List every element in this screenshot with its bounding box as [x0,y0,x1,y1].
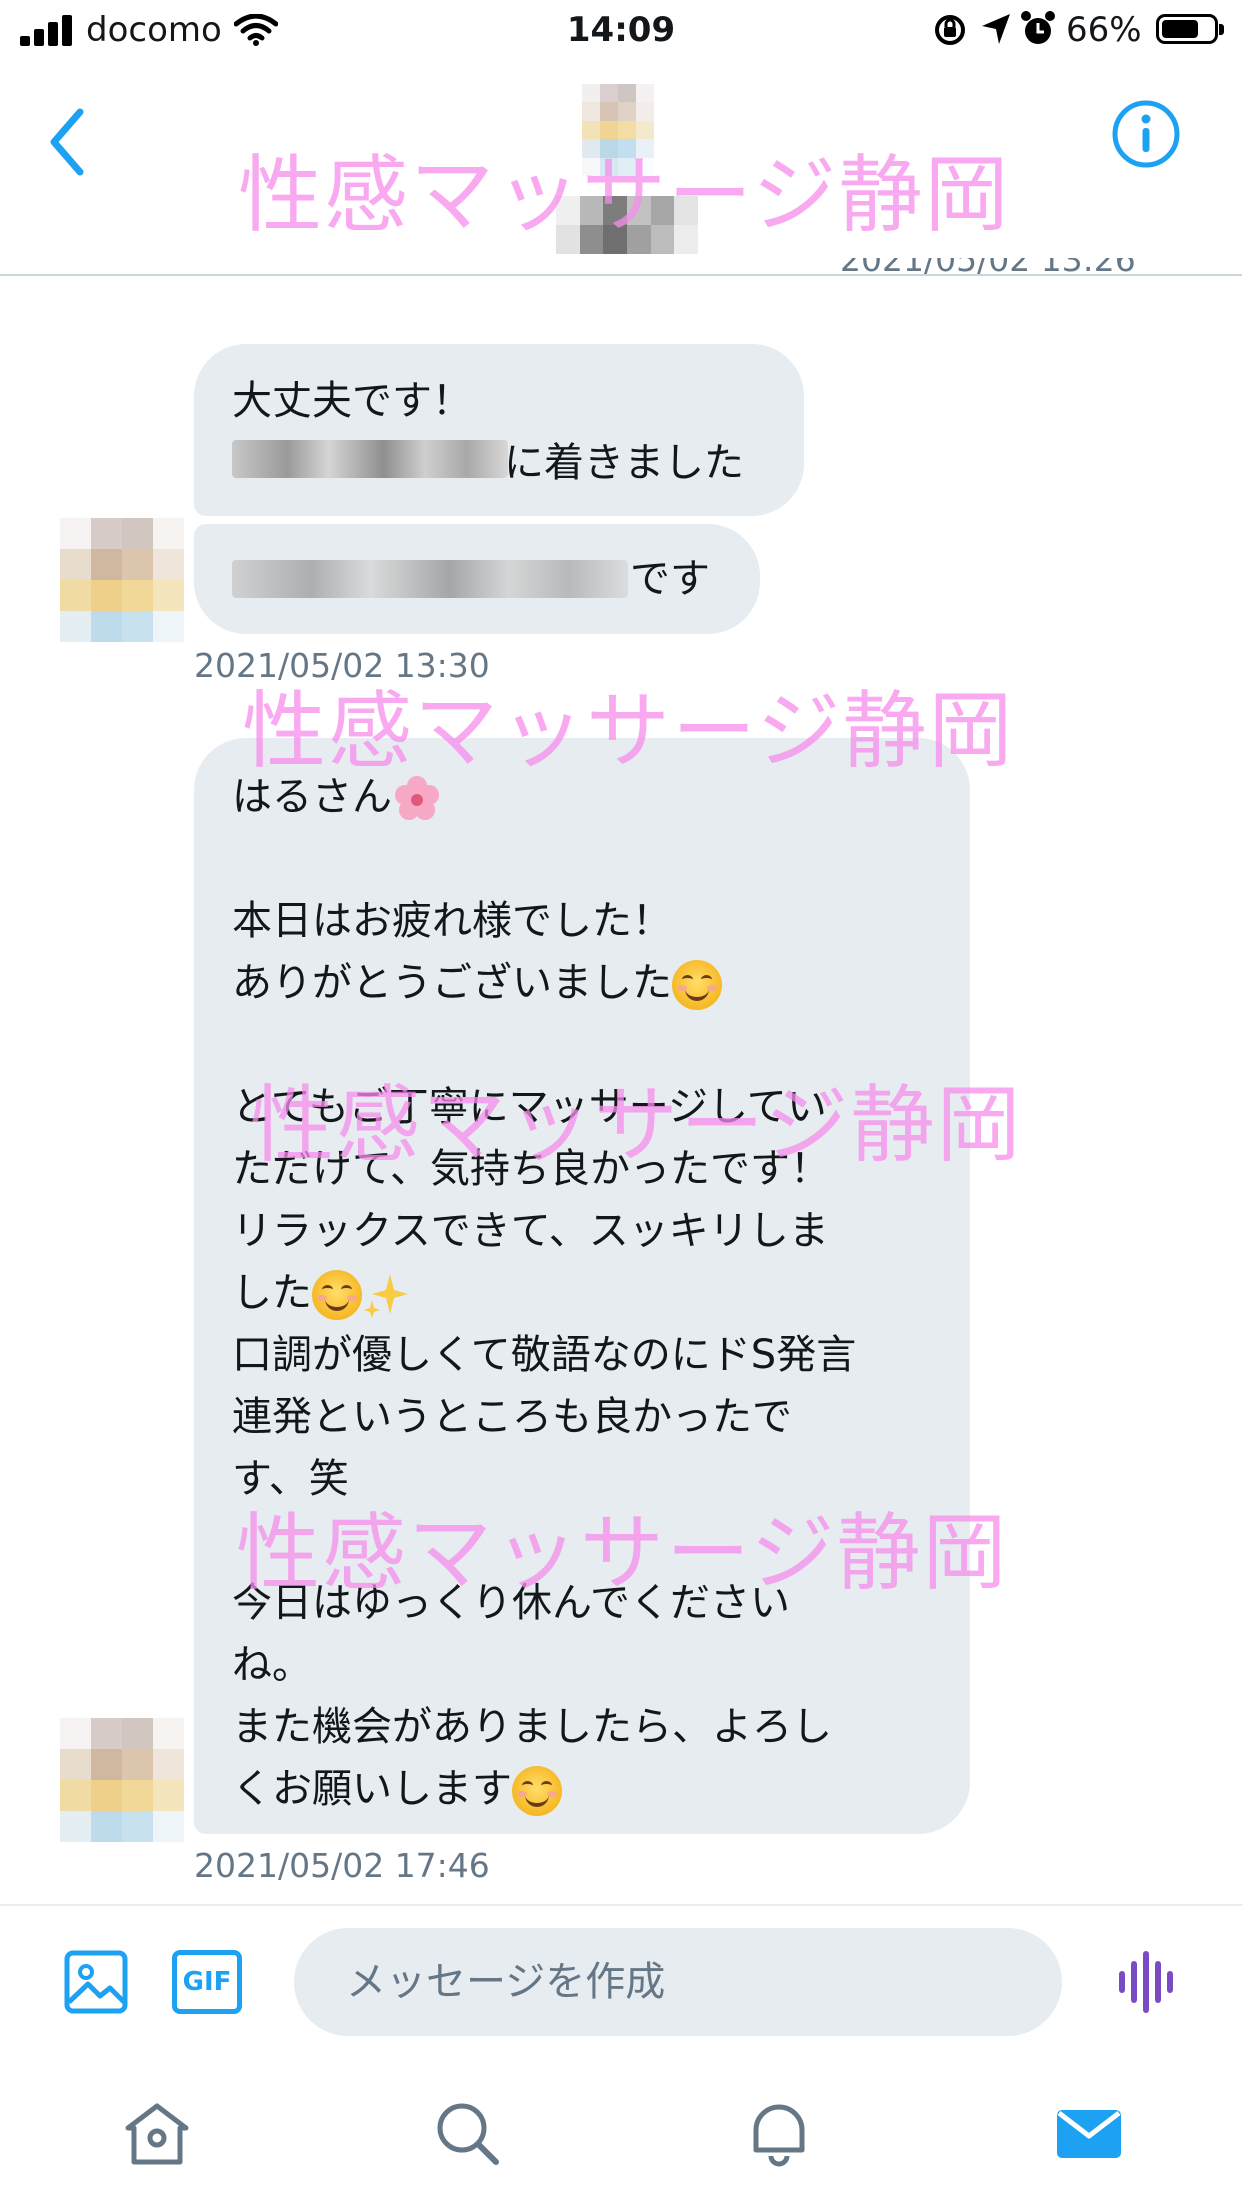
message-line: ​ [232,828,952,890]
message-line: 口調が優しくて敬語なのにドS発言 [232,1332,857,1378]
notifications-icon[interactable] [744,2098,814,2168]
voice-message-icon[interactable] [1116,1950,1176,2014]
message-text: はるさん ​ 本日はお疲れ様でした！ ありがとうございました ​ とてもご丁寧に… [232,766,952,1820]
message-bubble[interactable]: です [194,524,760,634]
message-line: です [630,556,710,602]
chevron-left-icon[interactable] [40,102,100,182]
battery-icon [1156,14,1224,44]
messages-icon[interactable] [1054,2098,1124,2168]
contact-avatar[interactable] [60,518,184,642]
message-line: 連発というところも良かったで [232,1394,792,1440]
message-bubble[interactable]: はるさん ​ 本日はお疲れ様でした！ ありがとうございました ​ とてもご丁寧に… [194,738,970,1834]
message-line: 今日はゆっくり休んでください [232,1580,790,1626]
message-timestamp-cut: 2021/05/02 13:26 [840,258,1136,279]
info-icon[interactable] [1110,98,1182,170]
image-icon[interactable] [64,1950,128,2014]
redacted-text [232,560,628,600]
message-line: ​ [232,1014,952,1076]
message-line: また機会がありましたら、よろし [232,1704,832,1750]
message-input[interactable]: メッセージを作成 [294,1928,1062,2036]
message-line: ね。 [232,1642,312,1688]
message-line: はるさん [232,766,952,828]
message-line: とてもご丁寧にマッサージしてい [232,1084,827,1130]
rotation-lock-icon [935,15,965,45]
message-line: ありがとうございました [232,952,952,1014]
smiling-face-icon [512,1766,562,1816]
message-bubble[interactable]: 大丈夫です！ に着きました [194,344,804,516]
contact-avatar[interactable] [60,1718,184,1842]
message-line: くお願いします [232,1758,952,1820]
conversation-header [0,62,1242,276]
message-line: した [232,1262,952,1324]
composer-divider [0,1904,1242,1906]
contact-name-redacted [556,196,698,254]
home-icon[interactable] [122,2098,192,2168]
gif-button[interactable]: GIF [172,1950,242,2014]
alarm-icon [1021,11,1055,44]
message-line: ​ [232,1510,952,1572]
relaxed-face-icon [312,1270,362,1320]
message-line: リラックスできて、スッキリしま [232,1208,829,1254]
sparkles-icon [362,1270,412,1320]
message-timestamp: 2021/05/02 17:46 [194,1846,490,1885]
smiling-face-icon [672,960,722,1010]
message-line: ただけて、気持ち良かったです！ [232,1146,830,1192]
location-arrow-icon [982,14,1010,44]
message-timestamp: 2021/05/02 13:30 [194,646,490,685]
message-line: 大丈夫です！ [232,378,472,424]
message-line: に着きました [504,440,744,486]
contact-avatar[interactable] [582,84,654,176]
status-bar: docomo 14:09 66% [0,0,1242,62]
search-icon[interactable] [432,2098,502,2168]
battery-percentage: 66% [1066,10,1142,50]
message-line: す、笑 [232,1456,349,1502]
cherry-blossom-icon [392,774,442,824]
redacted-place-name [232,440,508,480]
message-line: 本日はお疲れ様でした！ [232,898,672,944]
